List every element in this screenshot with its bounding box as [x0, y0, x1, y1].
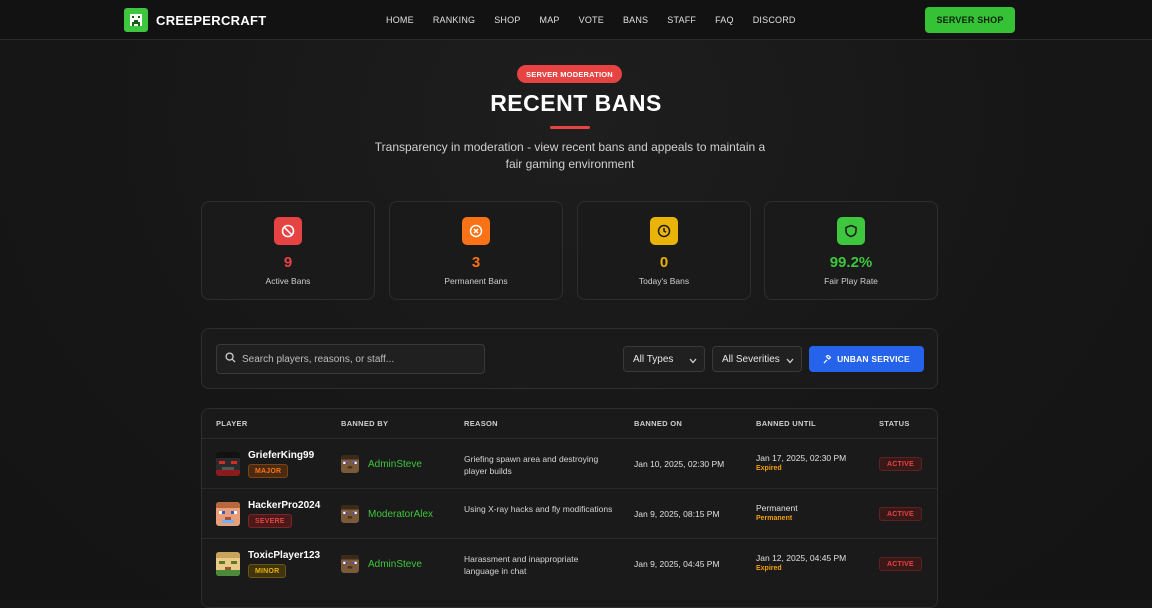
- stat-value: 3: [471, 254, 481, 271]
- bans-table: PLAYER BANNED BY REASON BANNED ON BANNED…: [201, 408, 938, 608]
- table-row[interactable]: ToxicPlayer123 MINOR AdminSteve Harassme…: [202, 538, 937, 588]
- page-subtitle: Transparency in moderation - view recent…: [374, 140, 766, 171]
- nav-bans[interactable]: BANS: [623, 15, 648, 25]
- player-avatar: [216, 552, 240, 576]
- stat-label: Permanent Bans: [444, 276, 508, 286]
- server-shop-button[interactable]: SERVER SHOP: [925, 7, 1015, 33]
- status-badge: ACTIVE: [879, 507, 922, 521]
- column-header-player: PLAYER: [216, 419, 248, 428]
- type-select[interactable]: All Types: [623, 346, 705, 372]
- staff-avatar: [341, 505, 359, 523]
- banned-on: Jan 10, 2025, 02:30 PM: [634, 459, 725, 469]
- chevron-down-icon: [689, 356, 697, 367]
- banned-until: Jan 17, 2025, 02:30 PM: [756, 453, 847, 463]
- banned-until-note: Expired: [756, 465, 782, 472]
- severity-badge: MINOR: [248, 564, 287, 578]
- stat-card-active-bans: 9 Active Bans: [201, 201, 375, 300]
- stat-value: 99.2%: [829, 254, 873, 271]
- search-box[interactable]: [216, 344, 485, 374]
- banned-on: Jan 9, 2025, 04:45 PM: [634, 559, 720, 569]
- column-header-reason: REASON: [464, 419, 498, 428]
- staff-avatar: [341, 455, 359, 473]
- ban-reason: Using X-ray hacks and fly modifications: [464, 504, 613, 514]
- stat-label: Today's Bans: [638, 276, 690, 286]
- severity-select-value: All Severities: [722, 353, 780, 365]
- column-header-banned-until: BANNED UNTIL: [756, 419, 816, 428]
- staff-name[interactable]: ModeratorAlex: [368, 509, 433, 520]
- chevron-down-icon: [786, 356, 794, 367]
- stat-card-todays-bans: 0 Today's Bans: [577, 201, 751, 300]
- player-name[interactable]: ToxicPlayer123: [248, 550, 320, 561]
- severity-badge: MAJOR: [248, 464, 289, 478]
- main-menu: HOME RANKING SHOP MAP VOTE BANS STAFF FA…: [386, 0, 815, 40]
- staff-avatar: [341, 555, 359, 573]
- type-select-value: All Types: [633, 353, 674, 365]
- column-header-banned-by: BANNED BY: [341, 419, 389, 428]
- clock-icon: [650, 217, 678, 245]
- severity-select[interactable]: All Severities: [712, 346, 802, 372]
- creeper-logo-icon: [124, 8, 148, 32]
- title-underline: [550, 126, 590, 129]
- banned-until-note: Expired: [756, 565, 782, 572]
- brand-logo[interactable]: CREEPERCRAFT: [124, 8, 267, 32]
- table-row[interactable]: HackerPro2024 SEVERE ModeratorAlex Using…: [202, 488, 937, 538]
- player-name[interactable]: GrieferKing99: [248, 450, 314, 461]
- column-header-banned-on: BANNED ON: [634, 419, 683, 428]
- nav-home[interactable]: HOME: [386, 15, 414, 25]
- nav-shop[interactable]: SHOP: [494, 15, 520, 25]
- banned-until: Permanent: [756, 503, 798, 513]
- status-badge: ACTIVE: [879, 457, 922, 471]
- banned-until-note: Permanent: [756, 515, 793, 522]
- player-avatar: [216, 502, 240, 526]
- brand-name: CREEPERCRAFT: [156, 12, 267, 28]
- page-title: RECENT BANS: [490, 90, 662, 116]
- unban-service-button[interactable]: UNBAN SERVICE: [809, 346, 924, 372]
- nav-map[interactable]: MAP: [540, 15, 560, 25]
- stat-value: 0: [659, 254, 669, 271]
- severity-badge: SEVERE: [248, 514, 292, 528]
- gavel-icon: [823, 354, 832, 364]
- player-avatar: [216, 452, 240, 476]
- x-circle-icon: [462, 217, 490, 245]
- nav-vote[interactable]: VOTE: [579, 15, 604, 25]
- search-icon: [225, 350, 236, 368]
- staff-name[interactable]: AdminSteve: [368, 559, 422, 570]
- ban-reason: Griefing spawn area and destroying playe…: [464, 454, 599, 476]
- shield-icon: [837, 217, 865, 245]
- top-nav: CREEPERCRAFT HOME RANKING SHOP MAP VOTE …: [0, 0, 1152, 40]
- nav-discord[interactable]: DISCORD: [753, 15, 796, 25]
- filter-bar: All Types All Severities UNBAN SERVICE: [201, 328, 938, 389]
- player-name[interactable]: HackerPro2024: [248, 500, 320, 511]
- stat-label: Fair Play Rate: [824, 276, 878, 286]
- table-row[interactable]: GrieferKing99 MAJOR AdminSteve Griefing …: [202, 438, 937, 488]
- stat-card-permanent-bans: 3 Permanent Bans: [389, 201, 563, 300]
- nav-ranking[interactable]: RANKING: [433, 15, 475, 25]
- ban-icon: [274, 217, 302, 245]
- stat-label: Active Bans: [265, 276, 311, 286]
- stat-value: 9: [283, 254, 293, 271]
- staff-name[interactable]: AdminSteve: [368, 459, 422, 470]
- moderation-badge: SERVER MODERATION: [517, 65, 622, 83]
- column-header-status: STATUS: [879, 419, 910, 428]
- banned-on: Jan 9, 2025, 08:15 PM: [634, 509, 720, 519]
- nav-staff[interactable]: STAFF: [667, 15, 696, 25]
- stat-card-fair-play: 99.2% Fair Play Rate: [764, 201, 938, 300]
- banned-until: Jan 12, 2025, 04:45 PM: [756, 553, 847, 563]
- unban-service-label: UNBAN SERVICE: [837, 354, 910, 364]
- search-input[interactable]: [242, 353, 472, 365]
- status-badge: ACTIVE: [879, 557, 922, 571]
- ban-reason: Harassment and inappropriate language in…: [464, 554, 579, 576]
- nav-faq[interactable]: FAQ: [715, 15, 734, 25]
